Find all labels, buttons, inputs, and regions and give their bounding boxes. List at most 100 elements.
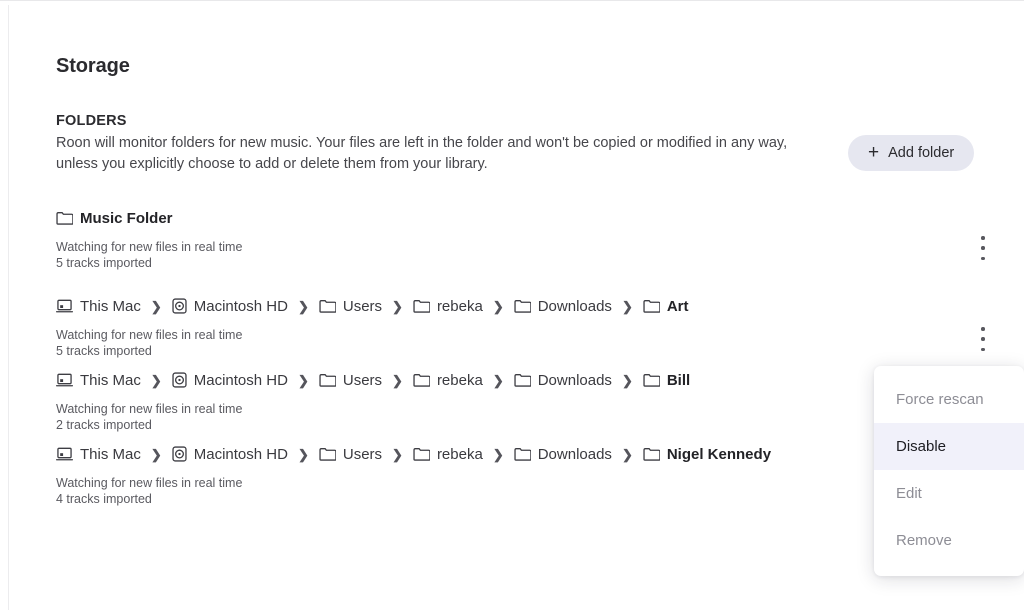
breadcrumb-chevron-icon: ❯ [297,372,309,388]
kebab-dot-icon [981,236,985,240]
breadcrumb-label: Users [342,371,383,389]
context-menu-item-edit[interactable]: Edit [874,470,1024,517]
kebab-dot-icon [981,327,985,331]
breadcrumb-crumb: Bill [643,372,690,389]
breadcrumb-chevron-icon: ❯ [621,372,633,388]
breadcrumb-crumb: This Mac [56,446,141,463]
breadcrumb-crumb: Users [319,446,382,463]
breadcrumb-label: This Mac [80,297,141,315]
folder-tracks-imported: 5 tracks imported [56,343,152,358]
folder-list: Music Folder Watching for new files in re… [56,207,996,517]
breadcrumb-crumb: Downloads [514,298,612,315]
folder-tracks-imported: 5 tracks imported [56,255,152,270]
folder-row: This Mac ❯ Macintosh HD ❯ Users ❯ rebeka ❯ Downl… [56,295,996,369]
breadcrumb-label: Music Folder [80,209,173,227]
breadcrumb-label: Users [342,445,383,463]
breadcrumb-label: rebeka [436,371,483,389]
breadcrumb-chevron-icon: ❯ [297,446,309,462]
folder-options-menu-button[interactable] [970,233,996,263]
breadcrumb-chevron-icon: ❯ [297,298,309,314]
breadcrumb-label: Downloads [537,445,612,463]
folder-icon [514,373,531,387]
breadcrumb-crumb: Users [319,298,382,315]
breadcrumb-crumb: This Mac [56,372,141,389]
add-folder-button[interactable]: + Add folder [848,135,975,171]
breadcrumb-chevron-icon: ❯ [150,298,162,314]
breadcrumb-crumb: Nigel Kennedy [643,446,771,463]
breadcrumb-crumb: Music Folder [56,210,173,227]
folder-icon [643,299,660,313]
folder-breadcrumb: This Mac ❯ Macintosh HD ❯ Users ❯ rebeka ❯ Downl… [56,443,996,465]
breadcrumb-label: Downloads [537,297,612,315]
folder-options-menu-button[interactable] [970,324,996,354]
folders-section-heading: FOLDERS [56,113,127,129]
breadcrumb-chevron-icon: ❯ [392,372,403,388]
breadcrumb-chevron-icon: ❯ [621,298,633,314]
folder-breadcrumb: Music Folder [56,207,996,229]
context-menu-item-disable[interactable]: Disable [874,423,1024,470]
folder-watch-status: Watching for new files in real time [56,240,243,254]
add-folder-button-label: Add folder [888,145,955,161]
folder-icon [413,447,430,461]
page-title: Storage [56,55,130,77]
breadcrumb-chevron-icon: ❯ [150,372,162,388]
folder-icon [319,373,336,387]
breadcrumb-label: Bill [666,371,691,389]
folder-tracks-imported: 2 tracks imported [56,417,152,432]
folder-status: Watching for new files in real time 4 tra… [56,476,996,507]
breadcrumb-crumb: rebeka [413,446,483,463]
folder-breadcrumb: This Mac ❯ Macintosh HD ❯ Users ❯ rebeka ❯ Downl… [56,369,996,391]
breadcrumb-crumb: Downloads [514,446,612,463]
breadcrumb-chevron-icon: ❯ [392,446,403,462]
breadcrumb-crumb: Downloads [514,372,612,389]
folders-section-description: Roon will monitor folders for new music.… [56,135,788,172]
folder-status: Watching for new files in real time 5 tra… [56,328,996,359]
folder-icon [514,299,531,313]
breadcrumb-crumb: rebeka [413,298,483,315]
breadcrumb-crumb: Macintosh HD [172,372,288,389]
kebab-dot-icon [981,347,985,351]
kebab-dot-icon [981,246,985,250]
breadcrumb-crumb: Users [319,372,382,389]
folder-icon [56,211,73,225]
folder-watch-status: Watching for new files in real time [56,402,243,416]
folder-context-menu[interactable]: Force rescan Disable Edit Remove [874,366,1024,576]
breadcrumb-label: Users [342,297,383,315]
plus-icon: + [868,141,880,163]
folder-watch-status: Watching for new files in real time [56,476,243,490]
breadcrumb-crumb: This Mac [56,298,141,315]
folder-tracks-imported: 4 tracks imported [56,491,152,506]
breadcrumb-label: Macintosh HD [193,371,288,389]
folder-row: Music Folder Watching for new files in re… [56,207,996,295]
context-menu-item-label: Disable [896,438,947,455]
breadcrumb-label: This Mac [80,371,141,389]
context-menu-item-force-rescan[interactable]: Force rescan [874,376,1024,423]
folder-status: Watching for new files in real time 2 tra… [56,402,996,433]
breadcrumb-label: rebeka [436,445,483,463]
disk-icon [172,372,187,388]
folder-icon [319,299,336,313]
folder-breadcrumb: This Mac ❯ Macintosh HD ❯ Users ❯ rebeka ❯ Downl… [56,295,996,317]
mac-icon [56,373,73,388]
breadcrumb-label: Macintosh HD [193,297,288,315]
folder-icon [514,447,531,461]
disk-icon [172,298,187,314]
settings-storage-page: Storage FOLDERS Roon will monitor folder… [0,0,1024,610]
breadcrumb-chevron-icon: ❯ [492,372,504,388]
breadcrumb-label: Nigel Kennedy [666,445,772,463]
kebab-dot-icon [981,337,985,341]
breadcrumb-crumb: rebeka [413,372,483,389]
mac-icon [56,447,73,462]
context-menu-item-label: Edit [896,485,922,502]
breadcrumb-label: Macintosh HD [193,445,288,463]
folder-icon [643,447,660,461]
context-menu-item-remove[interactable]: Remove [874,517,1024,564]
folder-watch-status: Watching for new files in real time [56,328,243,342]
breadcrumb-crumb: Macintosh HD [172,446,288,463]
breadcrumb-label: This Mac [80,445,141,463]
breadcrumb-chevron-icon: ❯ [621,446,633,462]
folder-icon [643,373,660,387]
breadcrumb-crumb: Art [643,298,689,315]
breadcrumb-label: rebeka [436,297,483,315]
folder-icon [413,373,430,387]
